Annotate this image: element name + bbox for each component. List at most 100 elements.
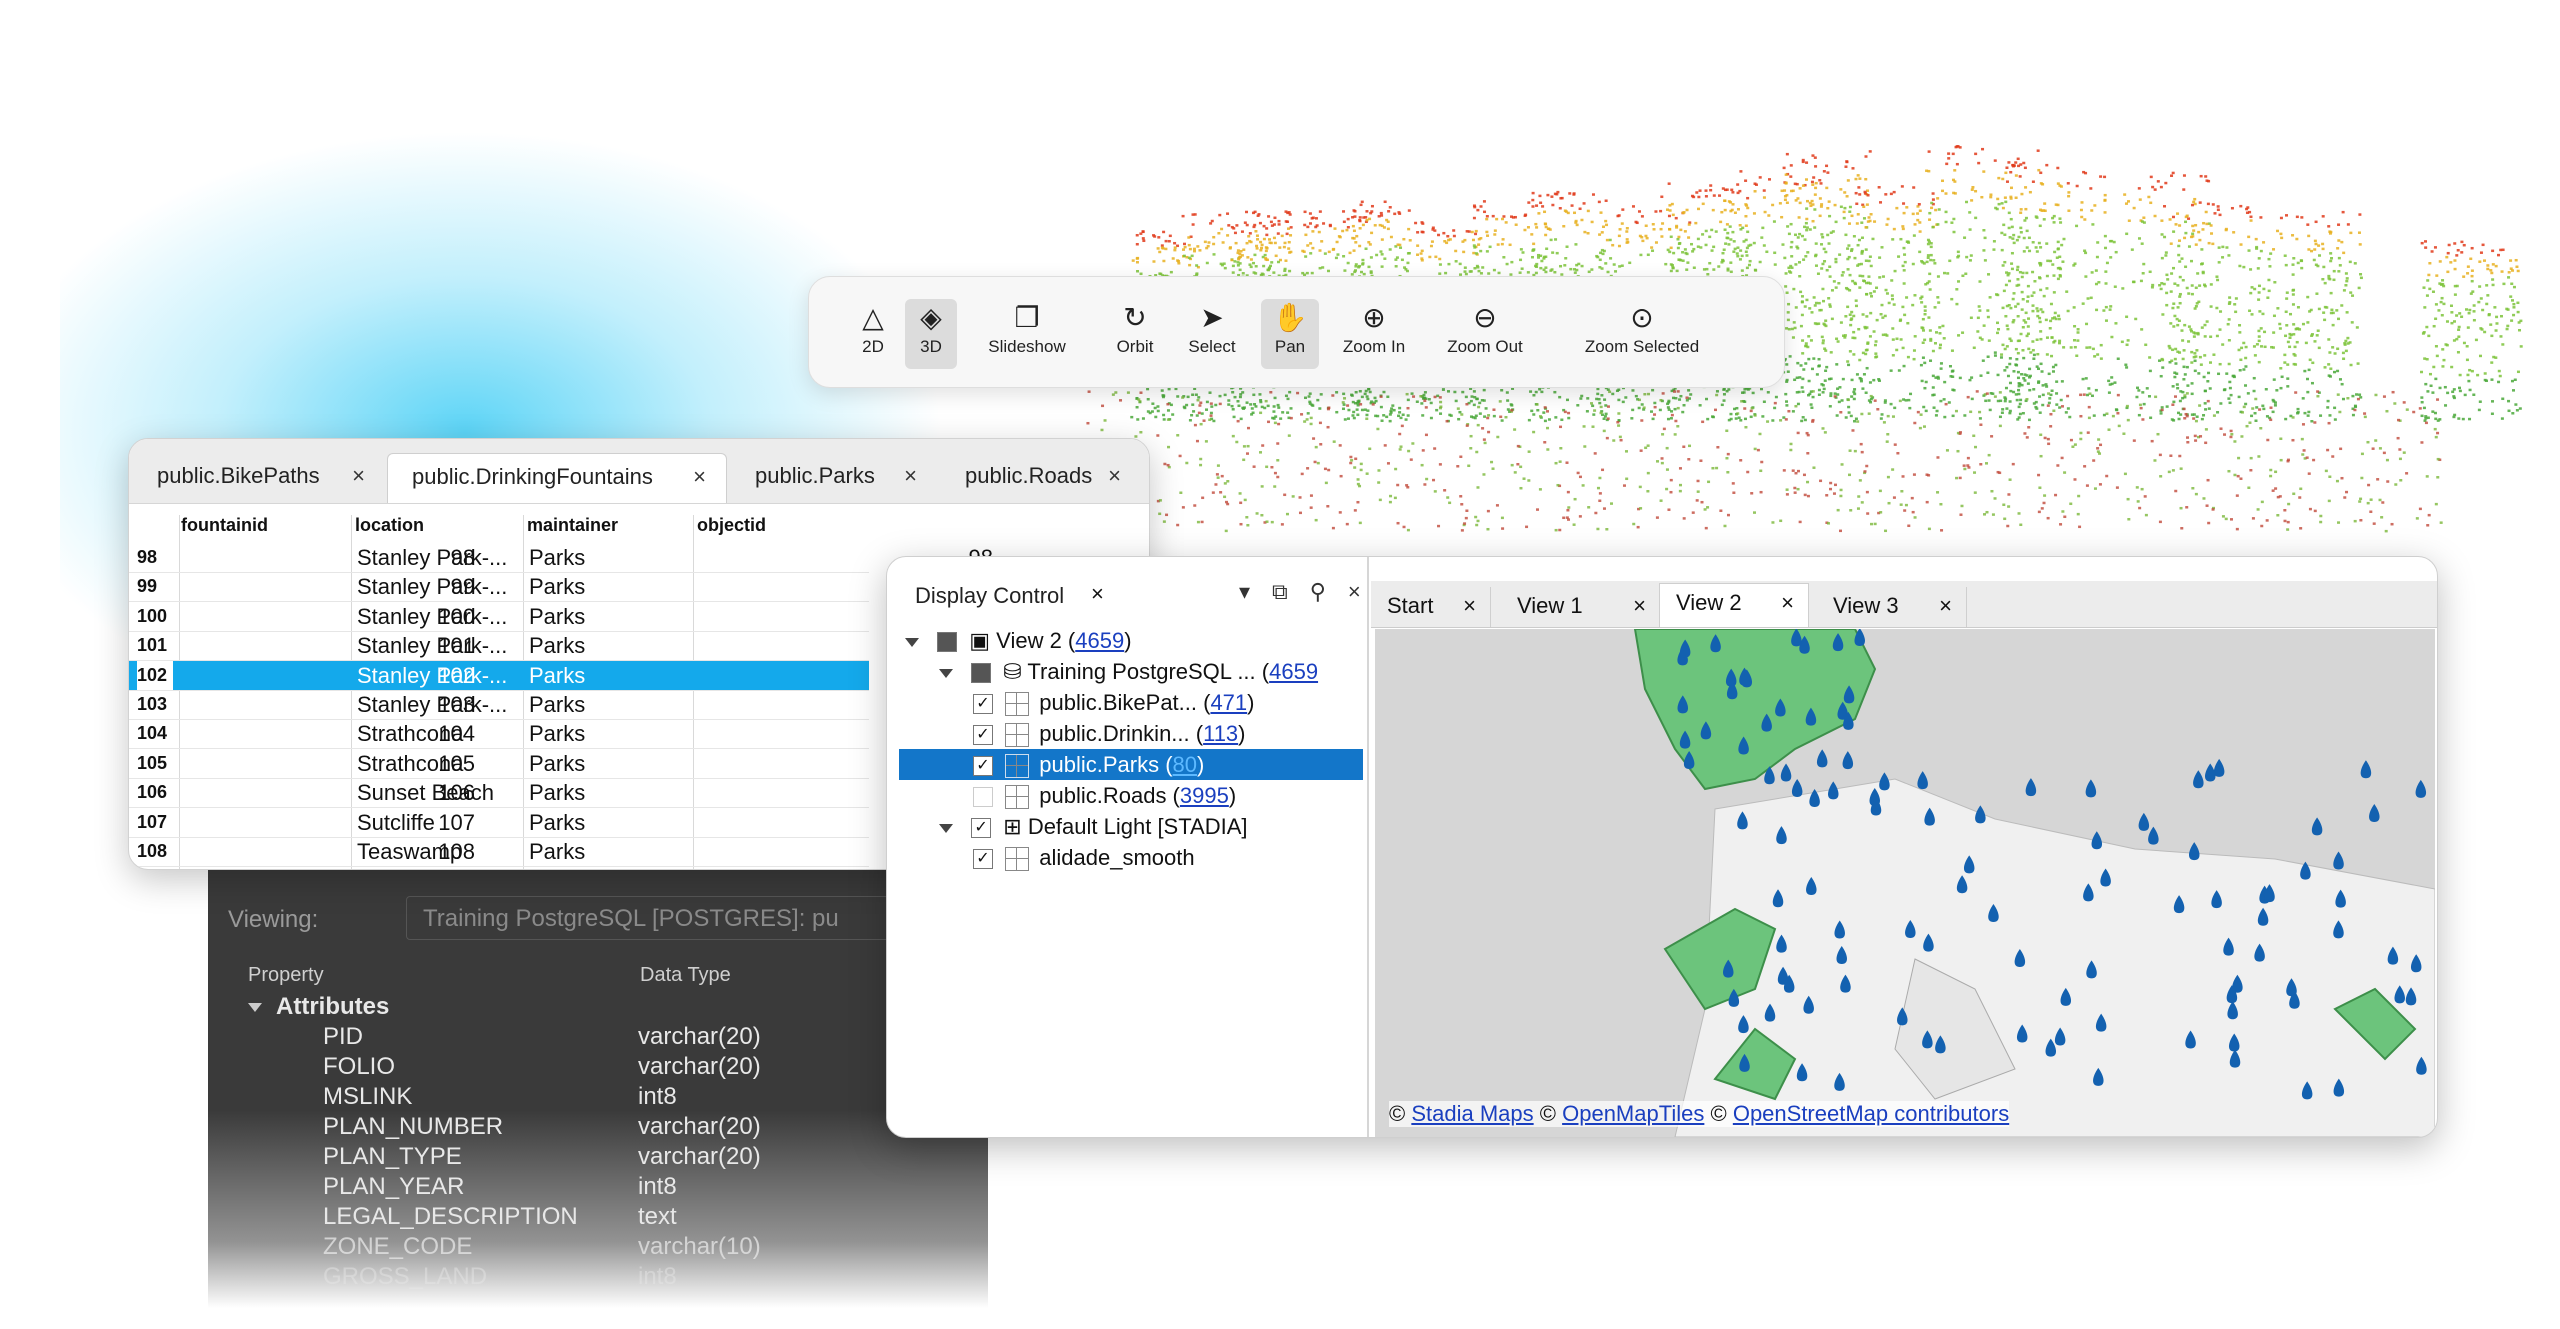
table-row[interactable]: 106106Sunset BeachParks106	[129, 778, 993, 809]
close-icon[interactable]: ×	[1939, 587, 1952, 625]
column-header[interactable]: objectid	[697, 515, 766, 536]
tool-3d[interactable]: ◈ 3D	[905, 299, 957, 369]
tool-select[interactable]: ➤ Select	[1179, 299, 1245, 369]
close-icon[interactable]: ×	[1091, 581, 1104, 607]
property-type: varchar(20)	[638, 1053, 761, 1080]
zoom-selected-icon: ⊙	[1630, 302, 1654, 333]
feature-count-link[interactable]: 471	[1210, 690, 1247, 715]
layer-checkbox[interactable]: ✓	[973, 756, 993, 777]
tree-layer-parks[interactable]: ✓ public.Parks (80)	[899, 749, 1363, 780]
map-attribution: © Stadia Maps © OpenMapTiles © OpenStree…	[1389, 1101, 2010, 1127]
property-type: varchar(20)	[638, 1143, 761, 1170]
feature-count-link[interactable]: 3995	[1180, 783, 1229, 808]
expand-icon[interactable]	[939, 668, 953, 678]
feature-count-link[interactable]: 4659	[1075, 628, 1124, 653]
tree-layer-roads[interactable]: public.Roads (3995)	[973, 780, 1236, 811]
tab-roads[interactable]: public.Roads ×	[941, 453, 1141, 503]
feature-count-link[interactable]: 80	[1173, 752, 1197, 777]
close-icon[interactable]: ×	[1463, 587, 1476, 625]
map-canvas[interactable]: © Stadia Maps © OpenMapTiles © OpenStree…	[1375, 629, 2435, 1137]
cell-location: Sutcliffe	[357, 809, 435, 835]
tab-drinkingfountains[interactable]: public.DrinkingFountains ×	[387, 453, 727, 503]
attribution-link[interactable]: OpenMapTiles	[1562, 1101, 1704, 1126]
tool-slideshow[interactable]: ❐ Slideshow	[977, 299, 1077, 369]
table-row[interactable]: 108108TeaswampParks108	[129, 837, 993, 867]
tree-layer-bikepaths[interactable]: ✓ public.BikePat... (471)	[973, 687, 1254, 718]
tab-start[interactable]: Start ×	[1371, 587, 1491, 627]
attribution-link[interactable]: Stadia Maps	[1411, 1101, 1533, 1126]
tool-zoom-in[interactable]: ⊕ Zoom In	[1333, 299, 1415, 369]
close-icon[interactable]: ×	[1348, 579, 1361, 604]
viewing-label: Viewing:	[228, 906, 319, 933]
layer-checkbox[interactable]: ✓	[973, 725, 993, 746]
table-row[interactable]: 105105StrathconaParks105	[129, 749, 993, 779]
close-icon[interactable]: ×	[1633, 587, 1646, 625]
tool-orbit[interactable]: ↻ Orbit	[1107, 299, 1163, 369]
partial-checkbox[interactable]	[971, 663, 992, 684]
table-row[interactable]: 107107SutcliffeParks107	[129, 808, 993, 838]
cell-location: Stanley Park-...	[357, 603, 508, 629]
table-row[interactable]: 101101Stanley Park-...Parks101	[129, 631, 993, 662]
orbit-icon: ↻	[1123, 302, 1147, 333]
tool-zoom-selected[interactable]: ⊙ Zoom Selected	[1569, 299, 1715, 369]
tree-layer-drinkingfountains[interactable]: ✓ public.Drinkin... (113)	[973, 718, 1246, 749]
cell-maintainer: Parks	[529, 780, 586, 806]
tool-2d[interactable]: △ 2D	[853, 299, 893, 369]
tab-label: public.DrinkingFountains	[412, 464, 653, 489]
property-type: int8	[638, 1083, 677, 1110]
cell-maintainer: Parks	[529, 750, 586, 776]
column-header[interactable]: fountainid	[181, 515, 268, 536]
tool-zoom-out[interactable]: ⊖ Zoom Out	[1437, 299, 1533, 369]
menu-icon[interactable]: ▾	[1239, 579, 1250, 604]
row-number: 103	[137, 694, 168, 714]
tool-pan[interactable]: ✋ Pan	[1261, 299, 1319, 369]
property-type: text	[638, 1203, 677, 1230]
close-icon[interactable]: ×	[1108, 453, 1121, 499]
row-number: 102	[137, 660, 173, 690]
table-row[interactable]: 9898Stanley Park-...Parks98	[129, 543, 993, 573]
layer-checkbox[interactable]: ✓	[973, 849, 993, 870]
tab-bikepaths[interactable]: public.BikePaths ×	[133, 453, 385, 503]
close-icon[interactable]: ×	[352, 453, 365, 499]
column-header[interactable]: maintainer	[527, 515, 618, 536]
tab-parks[interactable]: public.Parks ×	[731, 453, 937, 503]
table-row[interactable]: 104104StrathconaParks104	[129, 719, 993, 750]
restore-icon[interactable]: ⧉	[1272, 579, 1288, 604]
table-row[interactable]: 103103Stanley Park-...Parks103	[129, 690, 993, 720]
feature-count-link[interactable]: 4659	[1269, 659, 1318, 684]
close-icon[interactable]: ×	[904, 453, 917, 499]
tool-zoom-selected-label: Zoom Selected	[1584, 337, 1700, 356]
close-icon[interactable]: ×	[693, 454, 706, 500]
feature-count-link[interactable]: 113	[1203, 721, 1238, 746]
column-header[interactable]: location	[355, 515, 424, 536]
pin-icon[interactable]: ⚲	[1310, 579, 1326, 604]
layer-checkbox[interactable]	[973, 787, 993, 808]
tab-view1[interactable]: View 1 ×	[1501, 587, 1661, 627]
attributes-group[interactable]: Attributes	[248, 992, 389, 1022]
close-icon[interactable]: ×	[1781, 584, 1794, 622]
layer-icon	[1005, 723, 1030, 748]
tab-view3[interactable]: View 3 ×	[1817, 587, 1967, 627]
cell-location: Sunset Beach	[357, 780, 494, 806]
tree-basemap[interactable]: ✓ ⊞ Default Light [STADIA]	[939, 811, 1248, 842]
panel-divider[interactable]	[1367, 557, 1369, 1137]
cell-maintainer: Parks	[529, 545, 586, 570]
cell-maintainer: Parks	[529, 692, 586, 717]
layer-checkbox[interactable]: ✓	[973, 694, 993, 715]
property-name: MSLINK	[323, 1083, 413, 1110]
tree-datasource[interactable]: ⛁ Training PostgreSQL ... (4659	[939, 656, 1318, 687]
expand-icon[interactable]	[939, 823, 953, 833]
table-row[interactable]: 102102Stanley Park-...Parks102	[129, 660, 993, 691]
partial-checkbox[interactable]	[937, 632, 958, 653]
row-number: 101	[137, 635, 168, 656]
basemap-checkbox[interactable]: ✓	[971, 818, 992, 839]
tool-zoom-out-label: Zoom Out	[1447, 337, 1523, 356]
tree-view2[interactable]: ▣ View 2 (4659)	[905, 625, 1132, 656]
property-name: GROSS_LAND	[323, 1263, 488, 1290]
table-row[interactable]: 9999Stanley Park-...Parks99	[129, 572, 993, 603]
attribution-link[interactable]: OpenStreetMap contributors	[1733, 1101, 2009, 1126]
expand-icon[interactable]	[905, 637, 919, 647]
tab-view2[interactable]: View 2 ×	[1659, 583, 1809, 627]
tree-basemap-layer[interactable]: ✓ alidade_smooth	[973, 842, 1195, 873]
table-row[interactable]: 100100Stanley Park-...Parks100	[129, 602, 993, 632]
